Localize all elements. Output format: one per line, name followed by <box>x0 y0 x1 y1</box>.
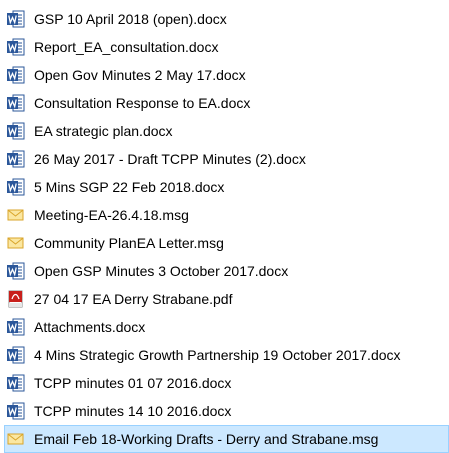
file-name: TCPP minutes 14 10 2016.docx <box>34 403 232 419</box>
word-document-icon <box>6 37 28 57</box>
word-document-icon <box>6 149 28 169</box>
file-list: GSP 10 April 2018 (open).docx Report_EA_… <box>0 0 449 453</box>
file-name: Community PlanEA Letter.msg <box>34 235 224 251</box>
file-item[interactable]: 27 04 17 EA Derry Strabane.pdf <box>6 285 449 313</box>
file-name: 27 04 17 EA Derry Strabane.pdf <box>34 291 233 307</box>
file-item[interactable]: Attachments.docx <box>6 313 449 341</box>
outlook-message-icon <box>6 205 28 225</box>
file-name: Open Gov Minutes 2 May 17.docx <box>34 67 246 83</box>
word-document-icon <box>6 121 28 141</box>
file-name: 26 May 2017 - Draft TCPP Minutes (2).doc… <box>34 151 306 167</box>
word-document-icon <box>6 177 28 197</box>
file-name: Consultation Response to EA.docx <box>34 95 251 111</box>
outlook-message-icon <box>6 233 28 253</box>
word-document-icon <box>6 93 28 113</box>
word-document-icon <box>6 345 28 365</box>
word-document-icon <box>6 9 28 29</box>
file-name: TCPP minutes 01 07 2016.docx <box>34 375 232 391</box>
file-item[interactable]: Report_EA_consultation.docx <box>6 33 449 61</box>
word-document-icon <box>6 65 28 85</box>
file-item[interactable]: Meeting-EA-26.4.18.msg <box>6 201 449 229</box>
file-name: 4 Mins Strategic Growth Partnership 19 O… <box>34 347 401 363</box>
file-name: GSP 10 April 2018 (open).docx <box>34 11 227 27</box>
file-name: EA strategic plan.docx <box>34 123 173 139</box>
file-item[interactable]: 5 Mins SGP 22 Feb 2018.docx <box>6 173 449 201</box>
file-item[interactable]: Consultation Response to EA.docx <box>6 89 449 117</box>
file-item[interactable]: TCPP minutes 14 10 2016.docx <box>6 397 449 425</box>
file-name: Report_EA_consultation.docx <box>34 39 219 55</box>
outlook-message-icon <box>6 429 28 449</box>
file-item[interactable]: TCPP minutes 01 07 2016.docx <box>6 369 449 397</box>
file-item[interactable]: 4 Mins Strategic Growth Partnership 19 O… <box>6 341 449 369</box>
word-document-icon <box>6 373 28 393</box>
file-item[interactable]: Open Gov Minutes 2 May 17.docx <box>6 61 449 89</box>
word-document-icon <box>6 261 28 281</box>
file-item[interactable]: EA strategic plan.docx <box>6 117 449 145</box>
file-item[interactable]: Email Feb 18-Working Drafts - Derry and … <box>4 425 449 453</box>
file-item[interactable]: Community PlanEA Letter.msg <box>6 229 449 257</box>
file-name: 5 Mins SGP 22 Feb 2018.docx <box>34 179 225 195</box>
file-item[interactable]: Open GSP Minutes 3 October 2017.docx <box>6 257 449 285</box>
file-name: Meeting-EA-26.4.18.msg <box>34 207 189 223</box>
word-document-icon <box>6 401 28 421</box>
file-item[interactable]: 26 May 2017 - Draft TCPP Minutes (2).doc… <box>6 145 449 173</box>
file-name: Attachments.docx <box>34 319 146 335</box>
file-item[interactable]: GSP 10 April 2018 (open).docx <box>6 5 449 33</box>
file-name: Email Feb 18-Working Drafts - Derry and … <box>34 431 379 447</box>
pdf-document-icon <box>6 289 28 309</box>
word-document-icon <box>6 317 28 337</box>
file-name: Open GSP Minutes 3 October 2017.docx <box>34 263 289 279</box>
